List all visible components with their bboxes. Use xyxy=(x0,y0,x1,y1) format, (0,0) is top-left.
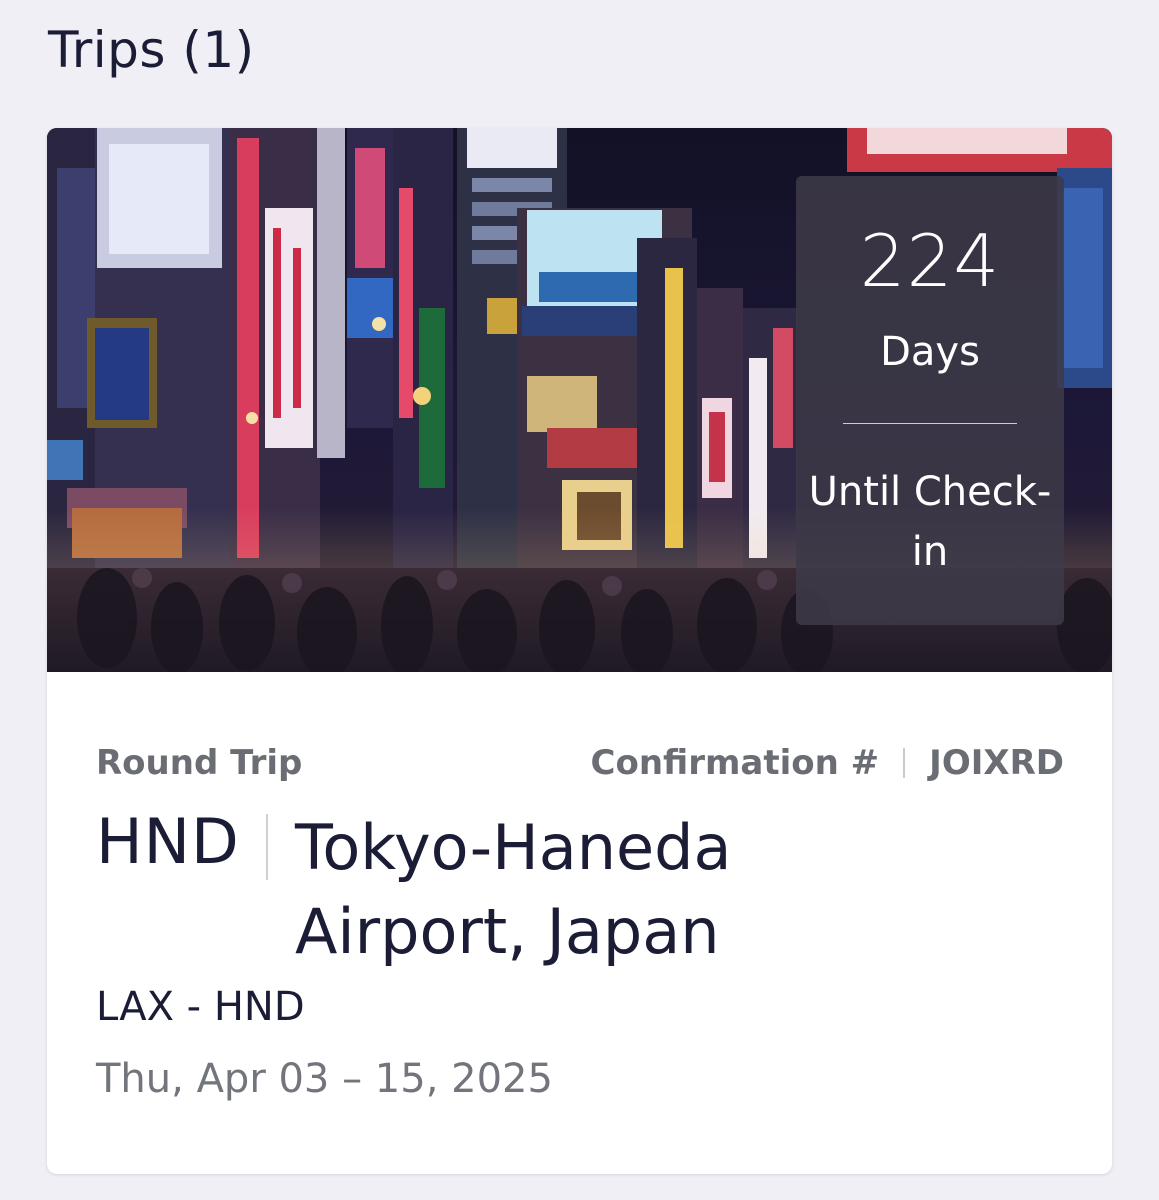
trip-hero-image: 224 Days Until Check-in xyxy=(47,128,1112,672)
destination-airport-name: Tokyo-Haneda Airport, Japan xyxy=(295,811,732,968)
confirmation-divider xyxy=(903,748,906,778)
destination-divider xyxy=(266,814,268,880)
trip-card[interactable]: 224 Days Until Check-in Round Trip Confi… xyxy=(47,128,1112,1174)
confirmation-number: Confirmation # JOIXRD xyxy=(591,740,1064,786)
countdown-unit-label: Days xyxy=(880,329,980,375)
countdown-divider xyxy=(843,423,1017,424)
page-title: Trips (1) xyxy=(48,21,255,79)
check-in-countdown: 224 Days Until Check-in xyxy=(796,176,1064,625)
flight-route: LAX - HND xyxy=(96,984,305,1030)
countdown-days-number: 224 xyxy=(859,219,1001,303)
confirmation-label: Confirmation # xyxy=(590,743,880,783)
countdown-caption: Until Check-in xyxy=(808,469,1052,575)
confirmation-code: JOIXRD xyxy=(929,743,1064,783)
destination-airport-code: HND xyxy=(96,805,240,878)
trip-type-label: Round Trip xyxy=(96,743,303,783)
trip-dates: Thu, Apr 03 – 15, 2025 xyxy=(96,1056,553,1102)
